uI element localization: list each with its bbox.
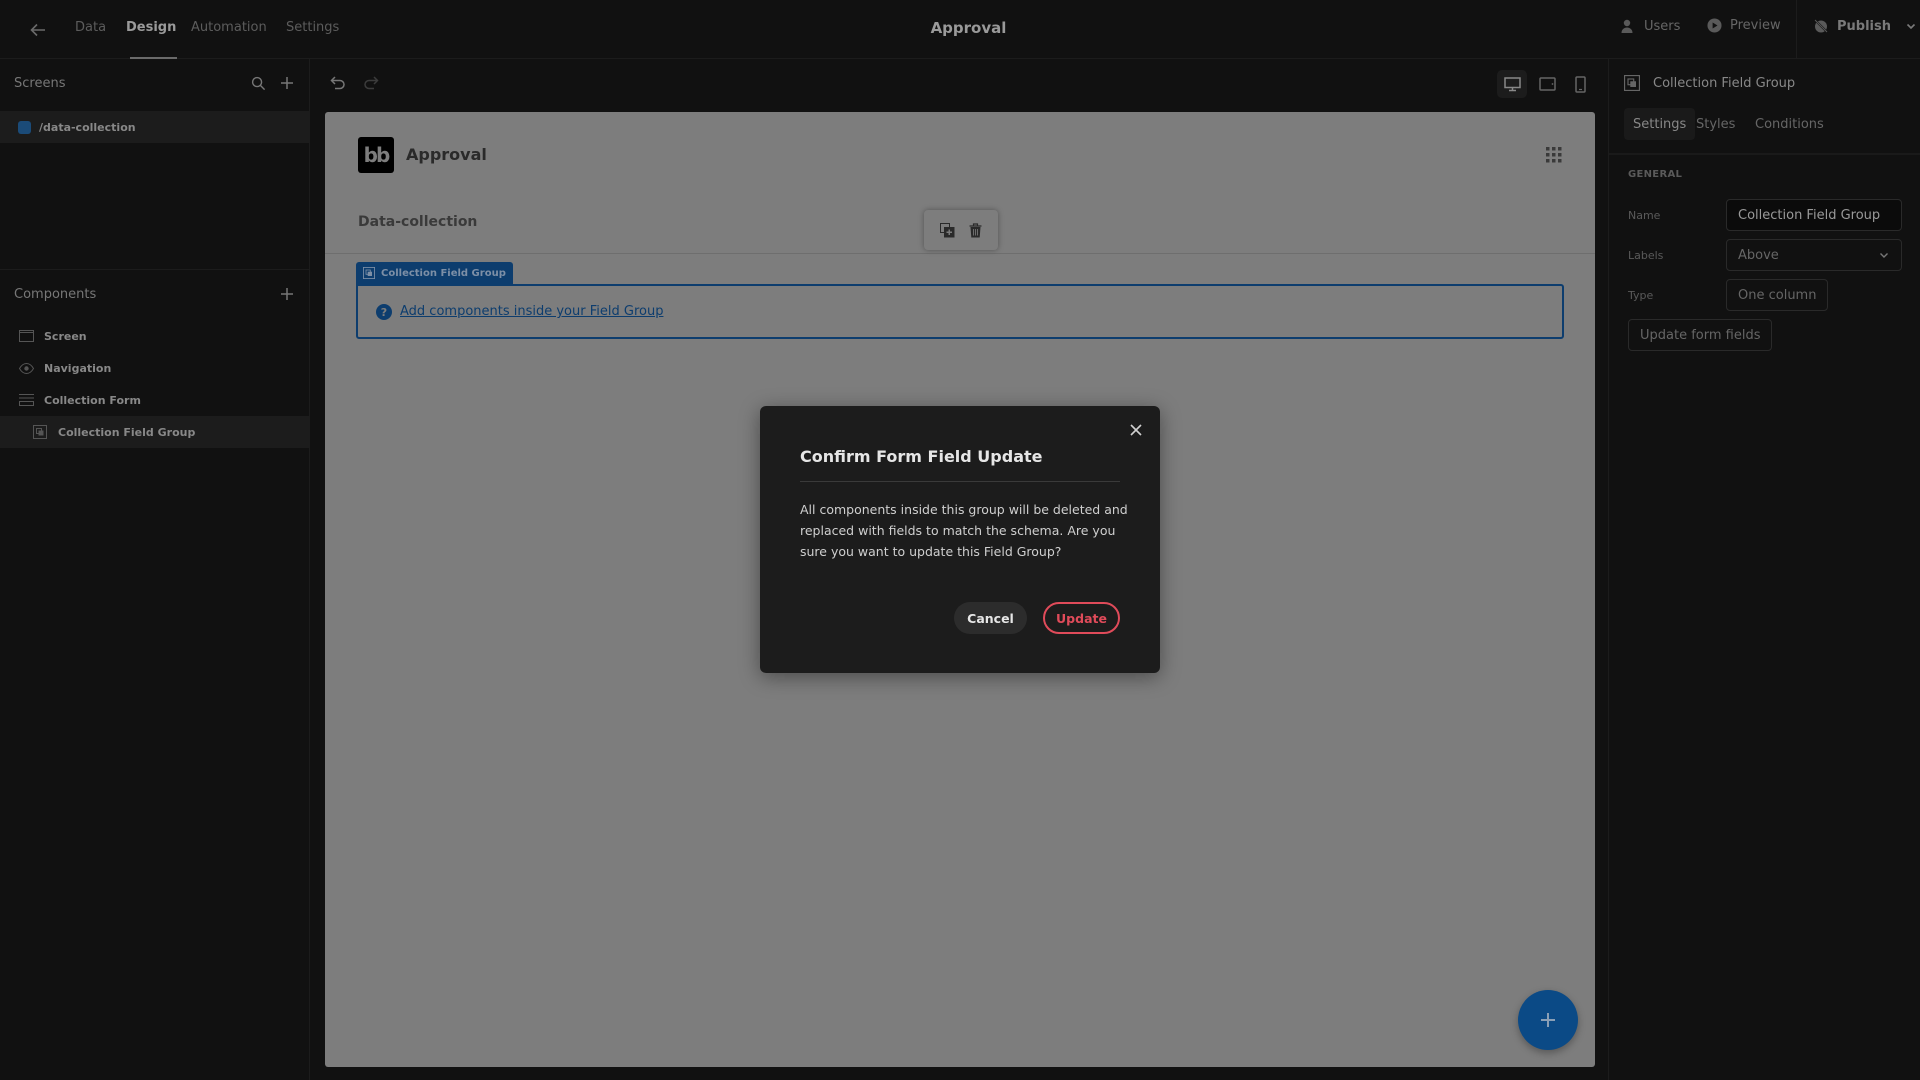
modal-body: All components inside this group will be… [800,502,1128,559]
add-screen-button[interactable] [279,75,295,91]
publish-button[interactable]: Publish [1813,18,1917,34]
section-heading: GENERAL [1628,169,1683,180]
undo-button[interactable] [329,75,347,91]
field-group-icon [363,267,375,279]
type-label: Type [1628,289,1654,302]
tab-styles[interactable]: Styles [1687,108,1744,140]
plus-icon [281,77,293,89]
labels-label: Labels [1628,249,1664,262]
panel-divider [1609,153,1920,155]
grid-icon [1546,147,1562,163]
cancel-button[interactable]: Cancel [954,602,1027,634]
plus-icon [281,288,293,300]
tab-conditions[interactable]: Conditions [1746,108,1833,140]
delete-button[interactable] [969,222,982,238]
components-heading: Components [14,287,97,302]
component-type-icon-wrap [1624,75,1640,91]
field-group-icon [33,425,47,439]
component-label: Navigation [44,361,112,375]
top-bar: Data Design Automation Settings Approval… [0,0,1920,59]
topbar-divider [1796,0,1797,58]
desktop-view-button[interactable] [1497,70,1527,98]
publish-label: Publish [1837,18,1891,34]
component-item-navigation[interactable]: Navigation [0,352,310,384]
field-group-tag-label: Collection Field Group [381,267,506,279]
add-component-button[interactable] [279,286,295,302]
canvas-divider [325,253,1595,254]
help-circle-icon: ? [376,303,392,320]
component-item-screen[interactable]: Screen [0,320,310,352]
page-heading: Data-collection [358,214,478,230]
plus-icon [1541,1013,1555,1027]
undo-icon [330,76,345,90]
users-label: Users [1644,18,1681,34]
type-select[interactable]: One column [1726,279,1829,311]
users-button[interactable]: Users [1620,18,1680,34]
screen-icon [18,330,34,342]
menu-grid-button[interactable] [1546,147,1562,163]
tablet-icon [1538,77,1556,91]
left-panel: Screens /data-collection Components Scre… [0,59,310,1080]
svg-text:?: ? [381,306,387,319]
redo-icon [364,76,379,90]
update-form-fields-button[interactable]: Update form fields [1628,319,1773,351]
screen-label: /data-collection [39,120,136,134]
name-label: Name [1628,209,1661,222]
panel-divider [0,269,310,270]
close-button[interactable] [1128,422,1144,438]
redo-button[interactable] [362,75,380,91]
mobile-view-button[interactable] [1565,70,1595,98]
screen-item-data-collection[interactable]: /data-collection [0,111,310,143]
trash-icon [969,222,982,237]
users-icon [1621,19,1633,33]
screen-color-dot [18,120,31,134]
confirm-modal: Confirm Form Field Update All components… [760,406,1160,673]
close-icon [1130,424,1142,436]
duplicate-button[interactable] [940,222,955,238]
canvas-app-name: Approval [406,145,487,164]
chevron-down-icon [1880,253,1888,258]
app-logo: bb [358,137,394,173]
preview-label: Preview [1730,18,1781,33]
component-actions [924,210,998,250]
preview-button[interactable]: Preview [1707,18,1781,33]
component-label: Collection Field Group [58,425,196,439]
component-title: Collection Field Group [1653,76,1796,91]
right-panel: Collection Field Group Settings Styles C… [1608,59,1920,1080]
form-icon [18,394,34,406]
add-components-link[interactable]: Add components inside your Field Group [400,304,663,319]
labels-value: Above [1738,247,1779,263]
modal-title: Confirm Form Field Update [800,447,1043,466]
tablet-view-button[interactable] [1532,70,1562,98]
chevron-down-icon [1906,23,1916,30]
search-icon [251,76,266,91]
modal-divider [800,481,1120,482]
search-screens-button[interactable] [251,76,266,91]
duplicate-icon [940,222,955,237]
labels-select[interactable]: Above [1726,239,1902,271]
name-input[interactable]: Collection Field Group [1726,199,1902,231]
add-component-fab[interactable] [1518,990,1578,1050]
component-label: Screen [44,329,87,343]
component-item-collection-form[interactable]: Collection Form [0,384,310,416]
tab-settings[interactable]: Settings [1624,108,1696,140]
screens-heading: Screens [14,76,66,91]
field-group-icon [1624,75,1640,91]
field-group-tag: Collection Field Group [356,262,513,284]
desktop-icon [1503,76,1521,91]
mobile-icon [1574,75,1586,93]
publish-off-icon [1814,19,1828,33]
component-label: Collection Form [44,393,141,407]
field-group-container[interactable]: ? Add components inside your Field Group [356,284,1564,339]
eye-icon [18,362,34,374]
update-button[interactable]: Update [1043,602,1120,634]
play-circle-icon [1707,18,1722,33]
component-item-collection-field-group[interactable]: Collection Field Group [0,416,310,448]
